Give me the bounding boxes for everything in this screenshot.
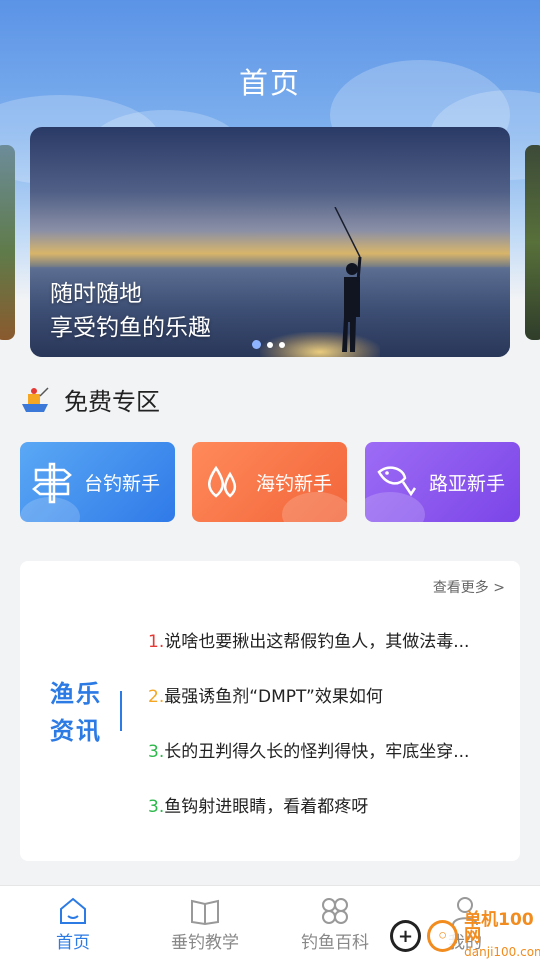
watermark-url: danji100.com [464, 945, 540, 959]
category-taidiao-beginner[interactable]: 台钓新手 [20, 442, 175, 522]
free-zone-title: 免费专区 [64, 388, 160, 416]
news-label-line1: 渔乐 [50, 680, 102, 708]
category-label: 路亚新手 [429, 472, 506, 495]
carousel-indicator [252, 340, 285, 349]
news-item[interactable]: 2.最强诱鱼剂“DMPT”效果如何 [148, 682, 493, 737]
tab-encyclopedia[interactable]: 钓鱼百科 [280, 894, 390, 953]
news-item-title: 长的丑判得久长的怪判得快，牢底坐穿... [164, 742, 470, 762]
category-sea-fishing-beginner[interactable]: 海钓新手 [192, 442, 347, 522]
carousel-dot[interactable] [252, 340, 261, 349]
news-item-number: 3. [148, 797, 165, 817]
banner-caption: 随时随地 享受钓鱼的乐趣 [50, 277, 211, 345]
news-item-title: 鱼钩射进眼睛，看着都疼呀 [164, 797, 369, 817]
news-item-number: 3. [148, 742, 165, 762]
book-icon [191, 899, 219, 926]
grid-icon [322, 898, 348, 924]
news-item[interactable]: 3.长的丑判得久长的怪判得快，牢底坐穿... [148, 737, 493, 792]
tab-label: 垂钓教学 [171, 933, 239, 953]
view-more-link[interactable]: 查看更多 > [433, 577, 505, 597]
watermark-circle-icon: ◦ [427, 920, 459, 952]
water-drops-icon [208, 465, 237, 498]
news-item-number: 1. [148, 632, 165, 652]
carousel-dot[interactable] [267, 341, 273, 348]
news-item-number: 2. [148, 687, 165, 707]
news-card: 查看更多 > 渔乐 资讯 1.说啥也要揪出这帮假钓鱼人，其做法毒... 2.最强… [20, 561, 520, 861]
site-watermark: + ◦ 单机100网 danji100.com [390, 912, 540, 960]
news-item-title: 说啥也要揪出这帮假钓鱼人，其做法毒... [164, 632, 470, 652]
news-section-label: 渔乐 资讯 [50, 676, 110, 750]
news-item[interactable]: 3.鱼钩射进眼睛，看着都疼呀 [148, 792, 493, 847]
home-icon [60, 897, 86, 924]
page-title: 首页 [238, 66, 301, 100]
news-label-line2: 资讯 [50, 717, 102, 745]
watermark-text: 单机100网 danji100.com [464, 912, 540, 960]
category-lure-beginner[interactable]: 路亚新手 [365, 442, 520, 522]
news-divider [120, 691, 122, 731]
news-item-title: 最强诱鱼剂“DMPT”效果如何 [164, 687, 383, 707]
banner-caption-line2: 享受钓鱼的乐趣 [50, 315, 211, 341]
carousel-dot[interactable] [279, 341, 285, 348]
watermark-plus-icon: + [390, 920, 422, 952]
free-zone-header: 免费专区 [20, 382, 160, 417]
tab-label: 钓鱼百科 [301, 933, 369, 953]
tab-label: 首页 [56, 933, 90, 953]
banner-caption-line1: 随时随地 [50, 281, 142, 307]
banner-carousel[interactable]: 随时随地 享受钓鱼的乐趣 [30, 127, 510, 357]
banner-prev-slide[interactable] [0, 145, 15, 340]
watermark-title: 单机100网 [464, 910, 534, 946]
tab-teaching[interactable]: 垂钓教学 [150, 894, 260, 953]
fisherman-silhouette [334, 207, 362, 352]
banner-next-slide[interactable] [525, 145, 540, 340]
tab-home[interactable]: 首页 [18, 894, 128, 953]
category-label: 台钓新手 [84, 472, 161, 495]
news-item[interactable]: 1.说啥也要揪出这帮假钓鱼人，其做法毒... [148, 627, 493, 682]
fishing-boat-icon [22, 386, 49, 412]
news-list: 1.说啥也要揪出这帮假钓鱼人，其做法毒... 2.最强诱鱼剂“DMPT”效果如何… [148, 627, 493, 847]
